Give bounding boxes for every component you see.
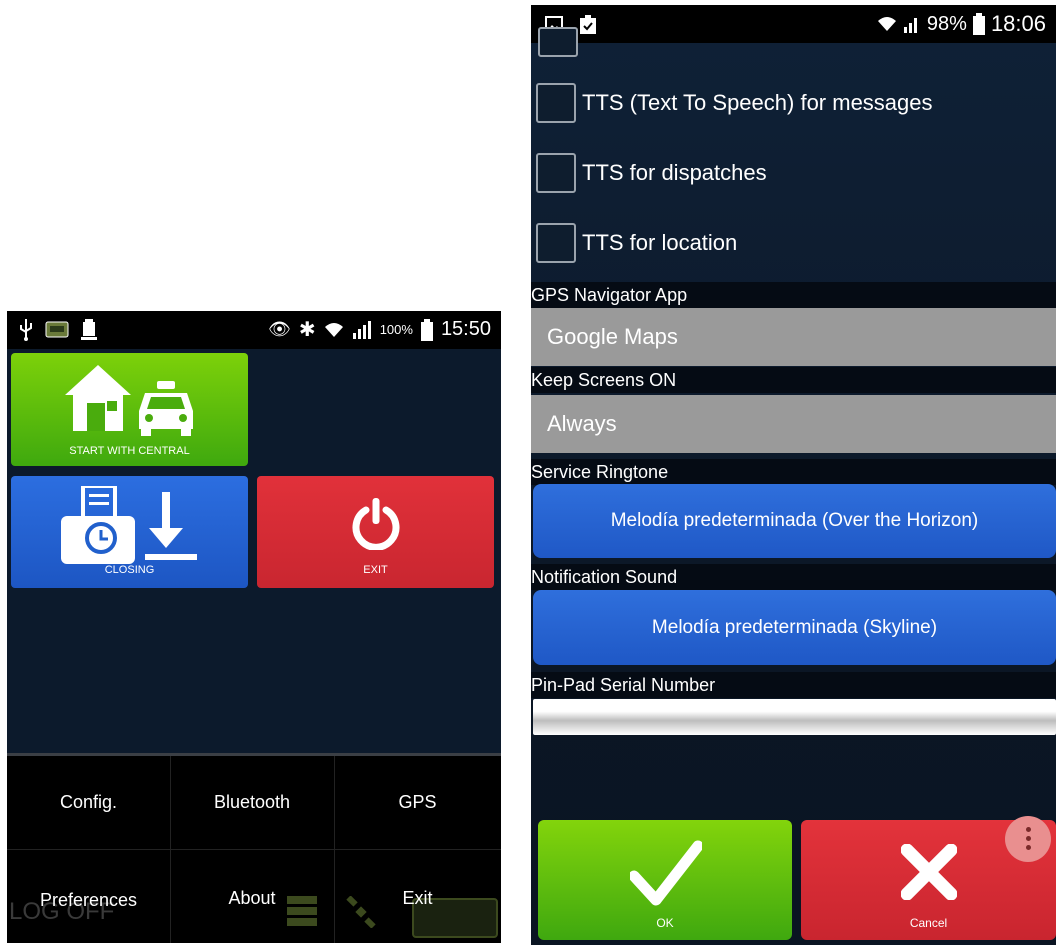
checkbox-partial[interactable]	[538, 27, 578, 57]
closing-button[interactable]: CLOSING	[11, 476, 248, 588]
monitor-app-icon	[45, 321, 69, 338]
tts-location-label: TTS for location	[582, 230, 738, 255]
notification-sound-button[interactable]: Melodía predeterminada (Skyline)	[533, 590, 1056, 665]
signal-icon	[352, 320, 371, 339]
start-with-central-button[interactable]: START WITH CENTRAL	[11, 353, 248, 466]
taxi-icon	[139, 381, 193, 436]
status-bar: 98% 18:06	[531, 5, 1056, 43]
wifi-icon	[877, 17, 896, 31]
eye-icon: 👁	[268, 319, 291, 339]
menu-item-gps[interactable]: GPS	[334, 792, 501, 813]
gps-navigator-label: GPS Navigator App	[531, 282, 1056, 308]
clipboard-check-icon	[580, 15, 596, 34]
battery-icon	[420, 318, 433, 341]
menu-separator	[7, 849, 501, 850]
overflow-dot	[1026, 845, 1031, 850]
clock: 18:06	[990, 11, 1046, 36]
service-ringtone-label: Service Ringtone	[531, 459, 1056, 485]
battery-status-icon	[81, 319, 97, 340]
tts-location-checkbox[interactable]	[536, 223, 576, 263]
left-phone-screen: 👁 ✱ 100% 15:50 START WITH CENTRAL CLOSIN…	[7, 311, 501, 943]
signal-icon	[903, 18, 917, 33]
gps-navigator-select[interactable]: Google Maps	[531, 308, 1056, 366]
tts-location-row[interactable]: TTS for location	[536, 221, 737, 265]
keep-screens-label: Keep Screens ON	[531, 367, 1056, 393]
overflow-dot	[1026, 827, 1031, 832]
overflow-dot	[1026, 836, 1031, 841]
service-ringtone-button[interactable]: Melodía predeterminada (Over the Horizon…	[533, 484, 1056, 558]
tts-dispatches-row[interactable]: TTS for dispatches	[536, 151, 767, 195]
ok-button[interactable]: OK	[538, 820, 792, 940]
tts-dispatches-checkbox[interactable]	[536, 153, 576, 193]
cancel-label: Cancel	[909, 916, 948, 930]
usb-icon	[20, 319, 32, 341]
tts-messages-label: TTS (Text To Speech) for messages	[582, 90, 933, 115]
pin-pad-serial-input[interactable]	[533, 699, 1056, 735]
clock: 15:50	[440, 318, 491, 340]
overflow-menu-button[interactable]	[1005, 816, 1051, 862]
keep-screens-select[interactable]: Always	[531, 395, 1056, 453]
tts-dispatches-label: TTS for dispatches	[582, 160, 767, 185]
right-phone-screen: 98% 18:06 TTS (Text To Speech) for messa…	[531, 5, 1056, 945]
pin-pad-serial-label: Pin-Pad Serial Number	[531, 672, 1056, 698]
menu-item-exit[interactable]: Exit	[334, 888, 501, 909]
checkmark-icon	[630, 840, 702, 906]
closing-clock-download-icon	[61, 486, 197, 564]
close-icon	[901, 844, 957, 900]
start-with-central-label: START WITH CENTRAL	[69, 445, 190, 457]
battery-percent: 98%	[926, 12, 967, 35]
ok-label: OK	[656, 916, 674, 930]
bluetooth-icon: ✱	[298, 319, 316, 341]
tts-messages-checkbox[interactable]	[536, 83, 576, 123]
exit-tile-button[interactable]: EXIT	[257, 476, 494, 588]
house-icon	[65, 365, 131, 431]
menu-item-about[interactable]: About	[170, 888, 334, 909]
menu-item-bluetooth[interactable]: Bluetooth	[170, 792, 334, 813]
closing-label: CLOSING	[104, 564, 155, 576]
options-menu: Config. Bluetooth GPS LOG OFF Preference…	[7, 756, 501, 943]
battery-icon	[972, 13, 985, 35]
power-icon	[352, 498, 400, 550]
tts-messages-row[interactable]: TTS (Text To Speech) for messages	[536, 81, 933, 125]
exit-tile-label: EXIT	[363, 564, 388, 576]
status-bar: 👁 ✱ 100% 15:50	[7, 311, 501, 349]
battery-percent: 100%	[379, 322, 413, 337]
menu-item-preferences[interactable]: Preferences	[7, 890, 170, 911]
wifi-icon	[324, 322, 343, 337]
menu-item-config[interactable]: Config.	[7, 792, 170, 813]
notification-sound-label: Notification Sound	[531, 564, 1056, 590]
